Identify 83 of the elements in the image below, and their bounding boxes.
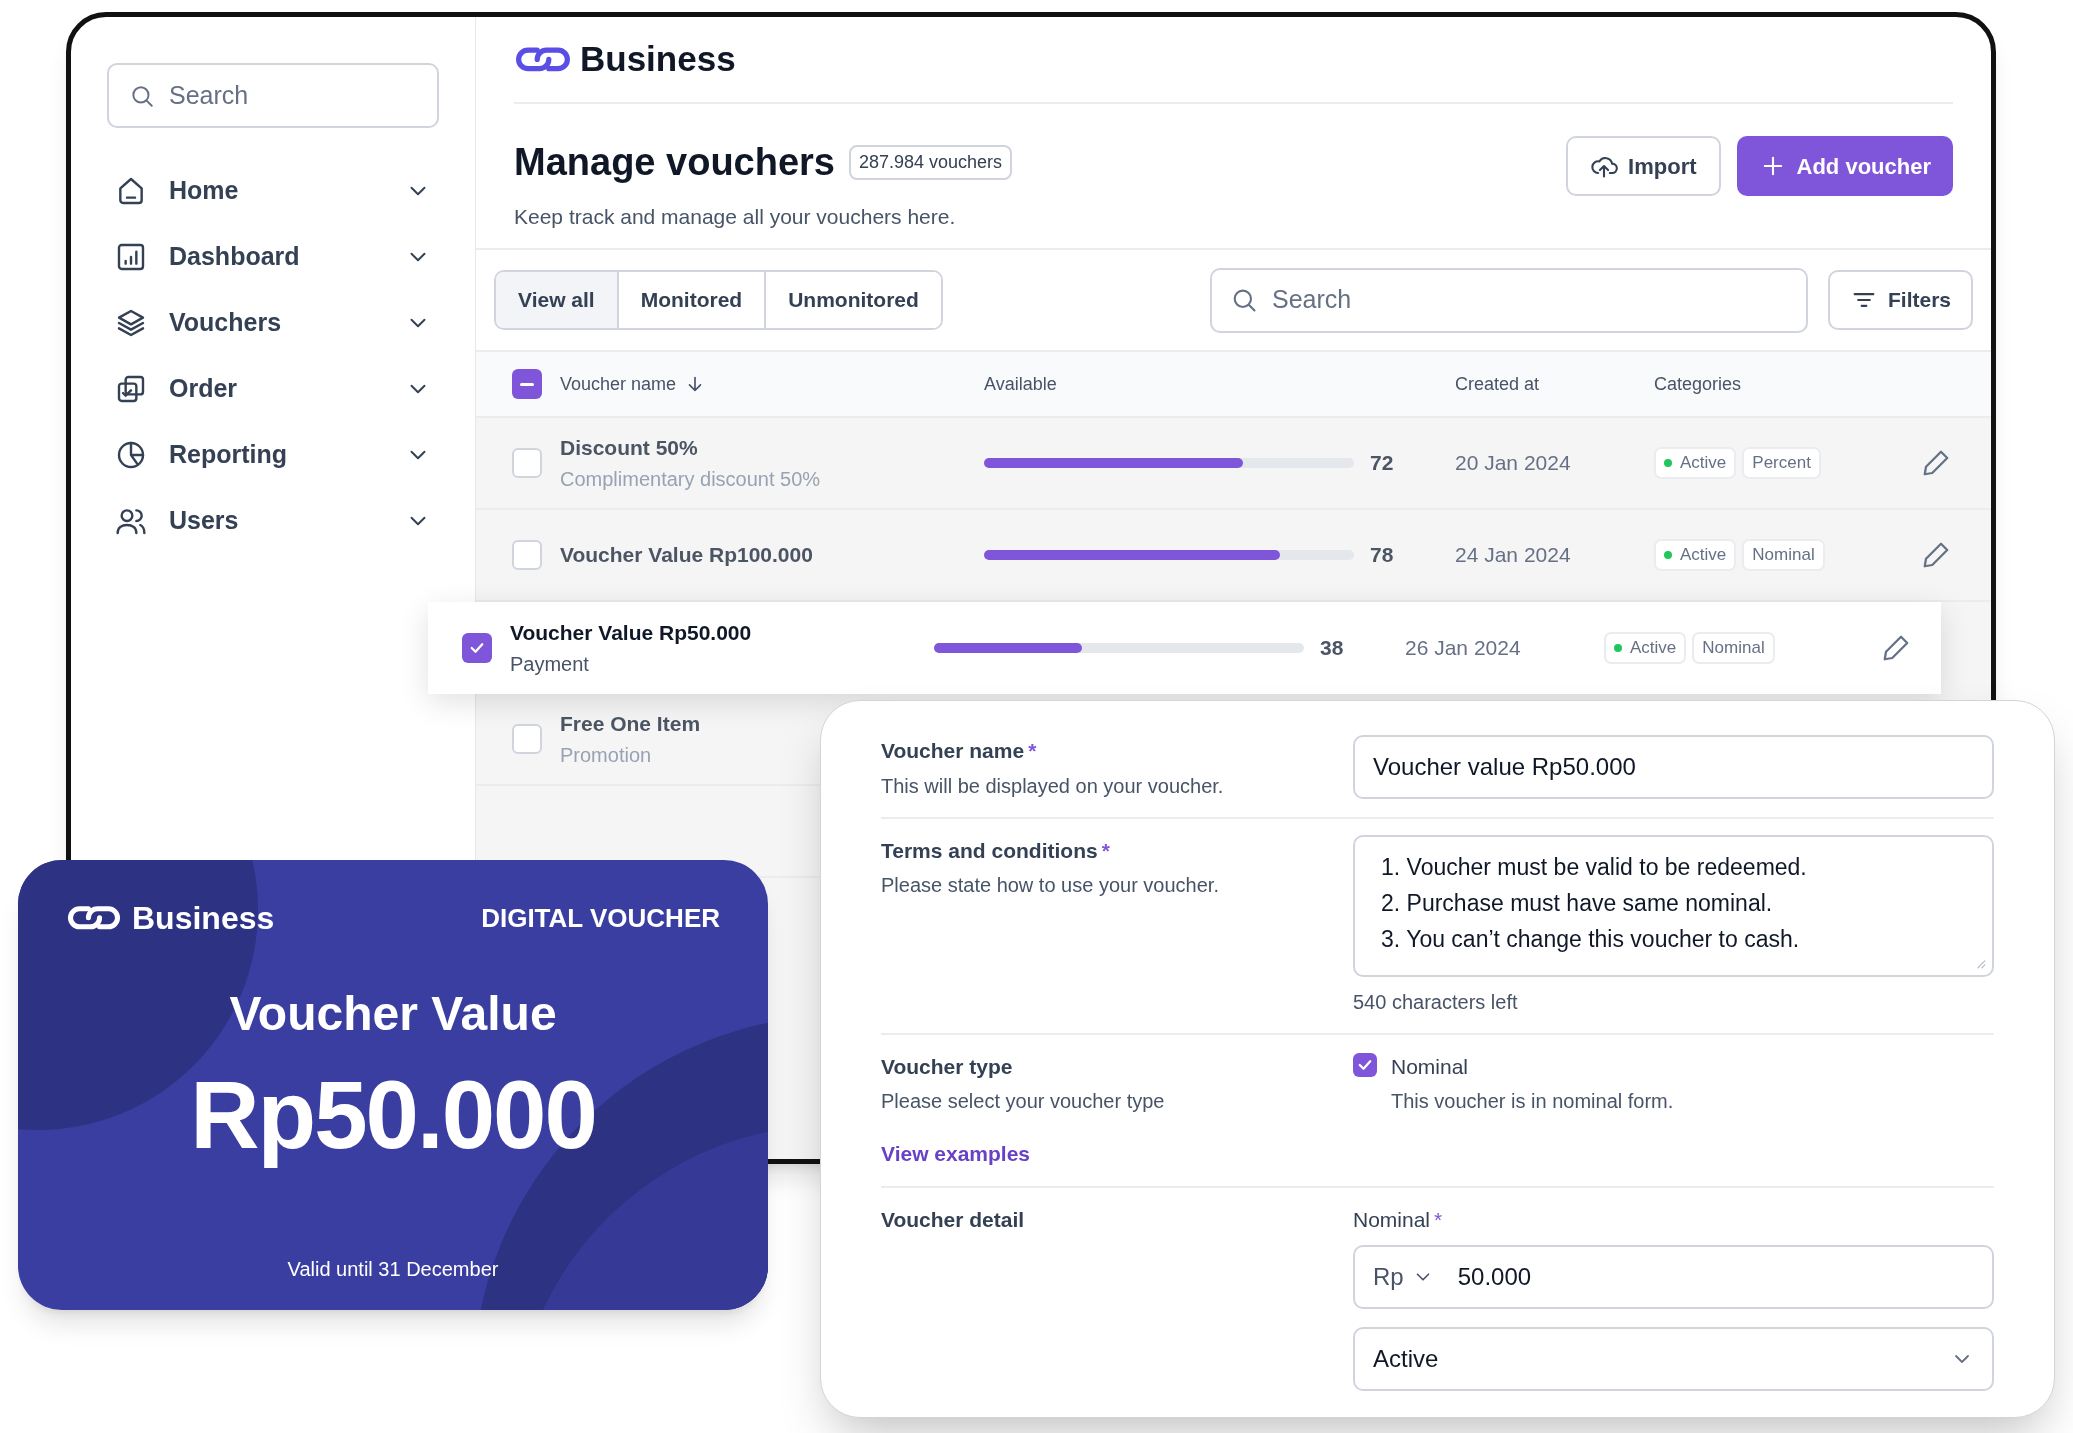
voucher-tag: DIGITAL VOUCHER	[481, 898, 720, 938]
brand-name: Business	[132, 899, 275, 938]
checkbox[interactable]	[512, 369, 542, 399]
field-label: Voucher type	[881, 1053, 1014, 1080]
amount-input[interactable]: Rp 50.000	[1353, 1245, 1994, 1309]
terms-line: 2. Purchase must have same nominal.	[1381, 888, 1774, 918]
category-tag: Active	[1604, 632, 1687, 664]
voucher-name: Free One Item	[560, 711, 701, 738]
tab[interactable]: Unmonitored	[764, 272, 941, 328]
minus-icon	[520, 382, 534, 386]
field-label: Voucher detail	[881, 1206, 1026, 1233]
search-field[interactable]: Search	[107, 63, 439, 128]
layers-icon	[115, 307, 147, 339]
created-date: 24 Jan 2024	[1455, 542, 1572, 569]
text-input[interactable]: Voucher value Rp50.000	[1353, 735, 1994, 799]
created-date: 20 Jan 2024	[1455, 450, 1572, 477]
checkbox[interactable]	[512, 448, 542, 478]
pencil-icon	[1921, 540, 1951, 570]
available-count: 38	[1320, 635, 1344, 662]
voucher-amount: Rp50.000	[190, 1060, 596, 1170]
nav-item[interactable]: Reporting	[107, 422, 439, 488]
option-description: This voucher is in nominal form.	[1391, 1089, 1674, 1114]
category-tag: Nominal	[1742, 539, 1825, 571]
checkbox[interactable]	[1353, 1052, 1377, 1077]
nav-item[interactable]: Users	[107, 488, 439, 554]
field-hint: Please state how to use your voucher.	[881, 873, 1220, 898]
bar-chart-icon	[115, 241, 147, 273]
category-tag: Active	[1654, 539, 1737, 571]
available-count: 72	[1370, 450, 1394, 477]
validity-text: Valid until 31 December	[287, 1257, 499, 1282]
voucher-name: Voucher Value Rp50.000	[510, 620, 752, 647]
field-label: Nominal *	[1353, 1206, 1444, 1233]
field-hint: This will be displayed on your voucher.	[881, 773, 1225, 799]
voucher-subtitle: Complimentary discount 50%	[560, 466, 821, 492]
textarea-field[interactable]: 1. Voucher must be valid to be redeemed. 2. Purchase must have same nominal. 3. You can’t change this voucher to cash.	[1353, 834, 1994, 977]
terms-line: 1. Voucher must be valid to be redeemed.	[1381, 852, 1808, 882]
checked-squares-icon	[115, 373, 147, 405]
column-header[interactable]: Voucher name	[560, 370, 677, 398]
pencil-icon	[1881, 633, 1911, 663]
add-voucher-button[interactable]: Add voucher	[1736, 136, 1953, 196]
voucher-subtitle: Payment	[510, 651, 589, 677]
field-label: Terms and conditions *	[881, 837, 1111, 864]
voucher-subtitle: Promotion	[560, 742, 652, 768]
view-examples-link[interactable]: View examples	[881, 1138, 1031, 1170]
tab[interactable]: View all	[496, 272, 617, 328]
nav-item[interactable]: Vouchers	[107, 290, 439, 356]
amount-value: 50.000	[1457, 1262, 1532, 1292]
pencil-icon	[1921, 448, 1951, 478]
column-header: Created at	[1455, 372, 1541, 396]
nav-item[interactable]: Order	[107, 356, 439, 422]
search-field[interactable]: Search	[1209, 267, 1808, 333]
required-mark: *	[1101, 838, 1110, 862]
nav-item[interactable]: Home	[107, 158, 439, 224]
voucher-title: Voucher Value	[229, 990, 557, 1038]
category-tag: Percent	[1742, 447, 1821, 479]
status-select[interactable]: Active	[1353, 1327, 1994, 1391]
column-header: Categories	[1654, 372, 1743, 396]
available-count: 78	[1370, 542, 1394, 569]
page-title: Manage vouchers	[514, 140, 835, 185]
checkbox[interactable]	[512, 724, 542, 754]
currency-select[interactable]: Rp	[1373, 1259, 1434, 1295]
count-badge: 287.984 vouchers	[849, 145, 1013, 180]
brand-name: Business	[580, 38, 736, 81]
required-mark: *	[1028, 739, 1037, 762]
category-tag: Active	[1654, 447, 1737, 479]
terms-line: 3. You can’t change this voucher to cash.	[1381, 924, 1801, 954]
character-counter: 540 characters left	[1353, 989, 1519, 1015]
column-header: Available	[984, 372, 1058, 396]
created-date: 26 Jan 2024	[1405, 635, 1522, 662]
required-mark: *	[1434, 1207, 1443, 1231]
page-subtitle: Keep track and manage all your vouchers here.	[514, 204, 957, 230]
filters-button[interactable]: Filters	[1827, 270, 1973, 330]
option-label: Nominal	[1391, 1053, 1470, 1080]
category-tag: Nominal	[1692, 632, 1775, 664]
checkbox[interactable]	[512, 540, 542, 570]
pie-chart-icon	[115, 439, 147, 471]
checkbox[interactable]	[462, 633, 492, 663]
field-label: Voucher name *	[881, 738, 1038, 764]
voucher-name: Discount 50%	[560, 435, 698, 462]
import-button[interactable]: Import	[1566, 136, 1721, 196]
field-hint: Please select your voucher type	[881, 1089, 1166, 1114]
voucher-name: Voucher Value Rp100.000	[560, 542, 813, 569]
nav-item[interactable]: Dashboard	[107, 224, 439, 290]
